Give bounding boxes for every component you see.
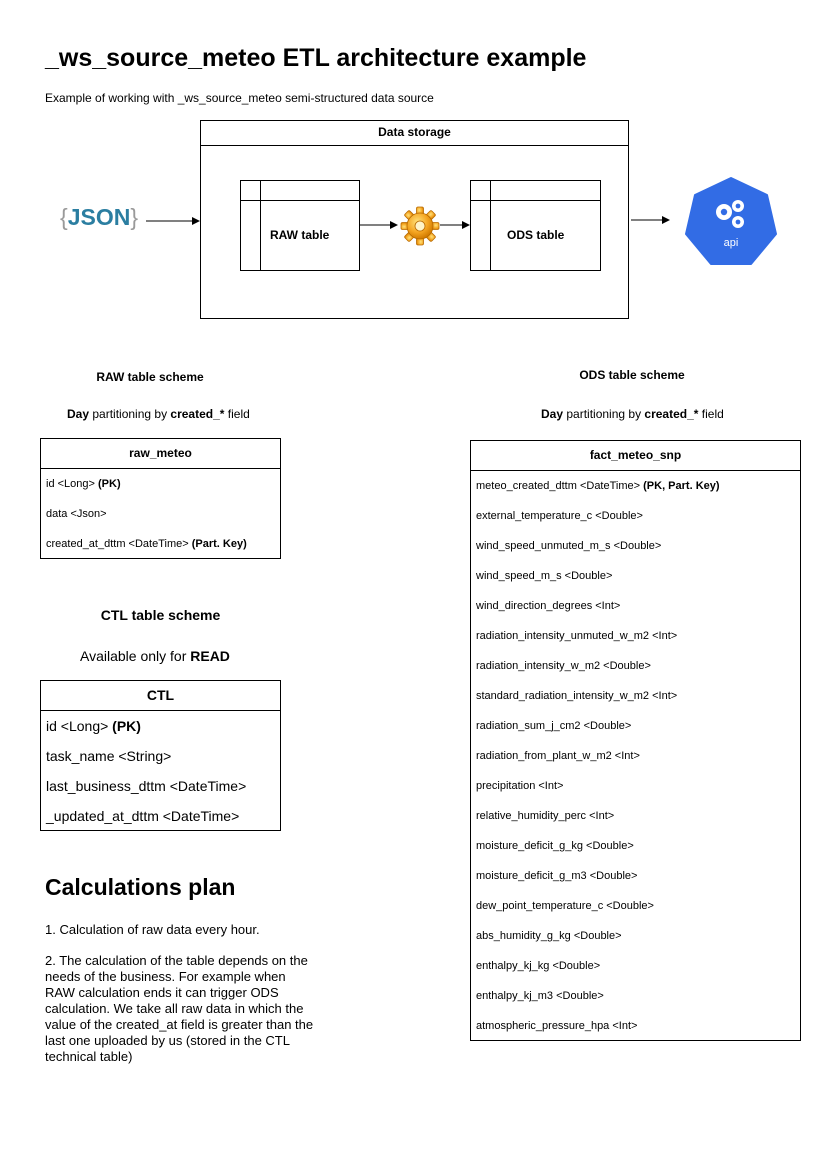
api-label: api <box>724 237 739 249</box>
table-row: relative_humidity_perc <Int> <box>476 810 615 822</box>
ctl-scheme-heading: CTL table scheme <box>100 607 221 623</box>
gear-icon <box>400 206 440 246</box>
calculations-item-2: 2. The calculation of the table depends … <box>45 953 314 1064</box>
raw-partition-note: Day partitioning by created_* field <box>67 407 250 421</box>
raw-scheme-heading: RAW table scheme <box>96 370 204 384</box>
table-row: task_name <String> <box>46 748 172 764</box>
calculations-item-1: 1. Calculation of raw data every hour. <box>45 922 260 937</box>
fact-meteo-snp-table: fact_meteo_snp meteo_created_dttm <DateT… <box>470 440 801 1041</box>
table-row: _updated_at_dttm <DateTime> <box>46 808 240 824</box>
table-row: radiation_intensity_unmuted_w_m2 <Int> <box>476 630 678 642</box>
fact-meteo-snp-table-name: fact_meteo_snp <box>471 441 800 471</box>
table-row: wind_speed_m_s <Double> <box>476 570 613 582</box>
table-row: standard_radiation_intensity_w_m2 <Int> <box>476 690 678 702</box>
table-row: created_at_dttm <DateTime> (Part. Key) <box>46 538 247 550</box>
table-row: wind_direction_degrees <Int> <box>476 600 621 612</box>
table-row: data <Json> <box>46 508 107 520</box>
table-row: moisture_deficit_g_kg <Double> <box>476 840 634 852</box>
table-row: enthalpy_kj_m3 <Double> <box>476 990 604 1002</box>
table-row: abs_humidity_g_kg <Double> <box>476 930 622 942</box>
table-row: atmospheric_pressure_hpa <Int> <box>476 1020 638 1032</box>
ctl-table: CTL id <Long> (PK) task_name <String> la… <box>40 680 281 831</box>
table-row: enthalpy_kj_kg <Double> <box>476 960 601 972</box>
ctl-access-note: Available only for READ <box>80 648 230 664</box>
raw-meteo-table: raw_meteo id <Long> (PK) data <Json> cre… <box>40 438 281 559</box>
table-row: id <Long> (PK) <box>46 478 121 490</box>
table-row: last_business_dttm <DateTime> <box>46 778 247 794</box>
calculations-title: Calculations plan <box>45 874 236 900</box>
flow-arrows <box>146 216 670 229</box>
ods-partition-note: Day partitioning by created_* field <box>541 407 724 421</box>
table-row: precipitation <Int> <box>476 780 564 792</box>
table-row: external_temperature_c <Double> <box>476 510 643 522</box>
table-row: moisture_deficit_g_m3 <Double> <box>476 870 638 882</box>
kubernetes-api-icon: api <box>685 177 777 265</box>
table-row: radiation_from_plant_w_m2 <Int> <box>476 750 640 762</box>
table-row: meteo_created_dttm <DateTime> (PK, Part.… <box>476 480 720 492</box>
ods-scheme-heading: ODS table scheme <box>579 368 685 382</box>
table-row: wind_speed_unmuted_m_s <Double> <box>476 540 662 552</box>
ctl-table-name: CTL <box>41 681 280 711</box>
table-row: radiation_sum_j_cm2 <Double> <box>476 720 632 732</box>
table-row: id <Long> (PK) <box>46 718 141 734</box>
table-row: dew_point_temperature_c <Double> <box>476 900 654 912</box>
table-row: radiation_intensity_w_m2 <Double> <box>476 660 651 672</box>
raw-meteo-table-name: raw_meteo <box>41 439 280 469</box>
